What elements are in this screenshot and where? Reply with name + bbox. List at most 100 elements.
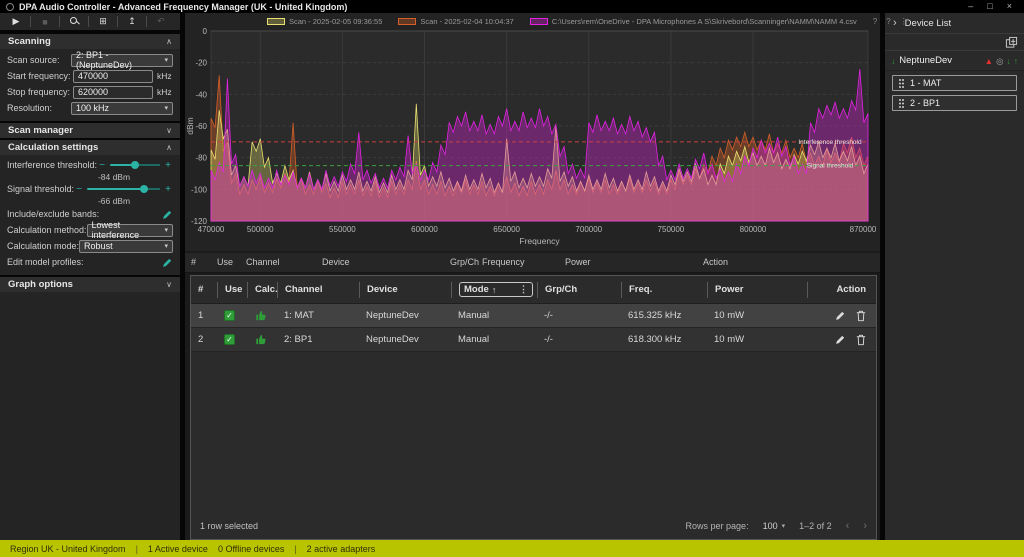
section-scan-manager[interactable]: Scan manager ∨ (0, 121, 180, 138)
edit-pencil-icon[interactable] (835, 334, 846, 345)
zoom-tool-button[interactable] (62, 17, 86, 27)
add-device-icon[interactable] (1005, 36, 1018, 49)
signal-threshold-slider[interactable] (87, 188, 160, 190)
col-header-freq[interactable]: Freq. (621, 282, 707, 298)
bg-col-device: Device (322, 257, 350, 267)
delete-trash-icon[interactable] (856, 310, 866, 322)
col-header-grpch[interactable]: Grp/Ch (537, 282, 621, 298)
col-header-mode[interactable]: Mode ↑ ⋮ (451, 282, 537, 298)
rows-per-page-select[interactable]: 100 ▾ (763, 521, 786, 531)
col-header-num[interactable]: # (191, 282, 217, 298)
status-bar: Region UK - United Kingdom | 1 Active de… (0, 540, 1024, 557)
device-item[interactable]: 2 - BP1 (892, 95, 1017, 111)
stop-frequency-input[interactable] (73, 86, 153, 99)
legend-swatch (398, 18, 416, 25)
next-page-button[interactable]: › (863, 520, 867, 532)
include-exclude-bands-label: Include/exclude bands: (7, 209, 162, 219)
status-offline-devices: 0 Offline devices (218, 544, 284, 554)
sort-ascending-icon: ↑ (492, 285, 497, 295)
bg-col-action: Action (703, 257, 728, 267)
device-group-row[interactable]: ↓ NeptuneDev ▲ ◎ ↓ ↑ (885, 51, 1024, 71)
col-header-calc[interactable]: Calc. (247, 282, 277, 298)
channel-table: # Use Calc. Channel Device Mode ↑ ⋮ Grp/… (190, 275, 877, 540)
edit-bands-button[interactable] (162, 209, 173, 220)
delete-trash-icon[interactable] (856, 334, 866, 346)
scan-source-select[interactable]: 2: BP1 - (NeptuneDev) ▾ (71, 54, 173, 67)
col-header-channel[interactable]: Channel (277, 282, 359, 298)
interference-threshold-label: Interference threshold: (7, 160, 97, 170)
chevron-up-icon: ∧ (166, 143, 172, 152)
use-checkbox[interactable]: ✓ (224, 310, 235, 321)
upload-button[interactable]: ↥ (120, 16, 144, 27)
sync-down-icon[interactable]: ↓ (1007, 56, 1011, 66)
calculation-method-select[interactable]: Lowest interference ▾ (87, 224, 173, 237)
signal-plus-button[interactable]: + (163, 184, 173, 195)
y-tick-label: -120 (191, 217, 208, 226)
resolution-select[interactable]: 100 kHz ▾ (71, 102, 173, 115)
chevron-down-icon: ∨ (166, 126, 172, 135)
x-tick-label: 470000 (198, 225, 225, 234)
table-row[interactable]: 1 ✓ 1: MAT NeptuneDev Manual -/- 615.325… (191, 304, 876, 328)
rows-per-page-label: Rows per page: (686, 521, 749, 531)
section-scanning[interactable]: Scanning ∧ (0, 32, 180, 49)
previous-page-button[interactable]: ‹ (846, 520, 850, 532)
calculation-method-label: Calculation method: (7, 225, 87, 235)
calculation-body: Interference threshold: − + -84 dBm Sign… (0, 155, 180, 275)
start-frequency-input[interactable] (73, 70, 153, 83)
help-icon[interactable]: ? (873, 17, 877, 26)
legend-item-csv[interactable]: C:\Users\rem\OneDrive - DPA Microphones … (530, 17, 857, 26)
target-icon[interactable]: ◎ (996, 56, 1003, 66)
calculation-mode-select[interactable]: Robust ▾ (79, 240, 173, 253)
x-axis-label: Frequency (519, 236, 560, 246)
spectrum-chart[interactable]: 4700005000005500006000006500007000007500… (185, 13, 880, 251)
window-title: DPA Audio Controller - Advanced Frequenc… (19, 2, 347, 12)
bg-col-grpch: Grp/Ch (450, 257, 479, 267)
close-button[interactable]: × (1007, 0, 1012, 13)
magnifier-icon (70, 17, 78, 25)
drag-handle-icon[interactable] (898, 98, 905, 109)
col-header-use[interactable]: Use (217, 282, 247, 298)
column-menu-icon[interactable]: ⋮ (519, 284, 528, 295)
slider-thumb[interactable] (131, 161, 139, 169)
stop-scan-button[interactable]: ■ (33, 17, 57, 27)
interference-minus-button[interactable]: − (97, 160, 107, 171)
slider-thumb[interactable] (140, 185, 148, 193)
chart-legend: Scan - 2025-02-05 09:36:55 Scan - 2025-0… (185, 13, 880, 29)
chevron-down-icon: ▾ (164, 226, 168, 234)
status-adapters: 2 active adapters (307, 544, 376, 554)
use-checkbox[interactable]: ✓ (224, 334, 235, 345)
x-tick-label: 870000 (850, 225, 877, 234)
legend-item-scan2[interactable]: Scan - 2025-02-04 10:04:37 (398, 17, 513, 26)
table-row[interactable]: 2 ✓ 2: BP1 NeptuneDev Manual -/- 618.300… (191, 328, 876, 352)
section-graph-options[interactable]: Graph options ∨ (0, 275, 180, 292)
title-bar: DPA Audio Controller - Advanced Frequenc… (0, 0, 1024, 13)
sync-up-icon[interactable]: ↑ (1014, 56, 1018, 66)
thumbs-up-icon (254, 333, 267, 346)
device-item[interactable]: 1 - MAT (892, 75, 1017, 91)
legend-item-scan1[interactable]: Scan - 2025-02-05 09:36:55 (267, 17, 382, 26)
section-calculation-settings[interactable]: Calculation settings ∧ (0, 138, 180, 155)
help-icon[interactable]: ? (886, 17, 890, 26)
table-header-row: # Use Calc. Channel Device Mode ↑ ⋮ Grp/… (191, 276, 876, 304)
col-header-device[interactable]: Device (359, 282, 451, 298)
interference-threshold-slider[interactable] (110, 164, 160, 166)
bg-col-use: Use (217, 257, 233, 267)
scan-toolbar: ▶ ■ ⊞ ↥ ↶ (0, 13, 180, 32)
device-list-panel: › Device List ↓ NeptuneDev ▲ ◎ ↓ ↑ (885, 13, 1024, 540)
maximize-button[interactable]: □ (987, 0, 992, 13)
interference-plus-button[interactable]: + (163, 160, 173, 171)
edit-model-profiles-label: Edit model profiles: (7, 257, 162, 267)
interference-threshold-value: -84 dBm (62, 172, 166, 182)
start-scan-button[interactable]: ▶ (4, 16, 28, 27)
edit-pencil-icon[interactable] (835, 310, 846, 321)
warning-triangle-icon: ▲ (985, 56, 993, 66)
pencil-icon (162, 209, 173, 220)
undo-button[interactable]: ↶ (149, 16, 173, 27)
col-header-power[interactable]: Power (707, 282, 807, 298)
kebab-menu-icon[interactable]: ⋮ (900, 17, 908, 26)
edit-model-profiles-button[interactable] (162, 257, 173, 268)
drag-handle-icon[interactable] (898, 78, 905, 89)
minimize-button[interactable]: – (968, 0, 973, 13)
grid-view-button[interactable]: ⊞ (91, 16, 115, 27)
signal-minus-button[interactable]: − (74, 184, 84, 195)
